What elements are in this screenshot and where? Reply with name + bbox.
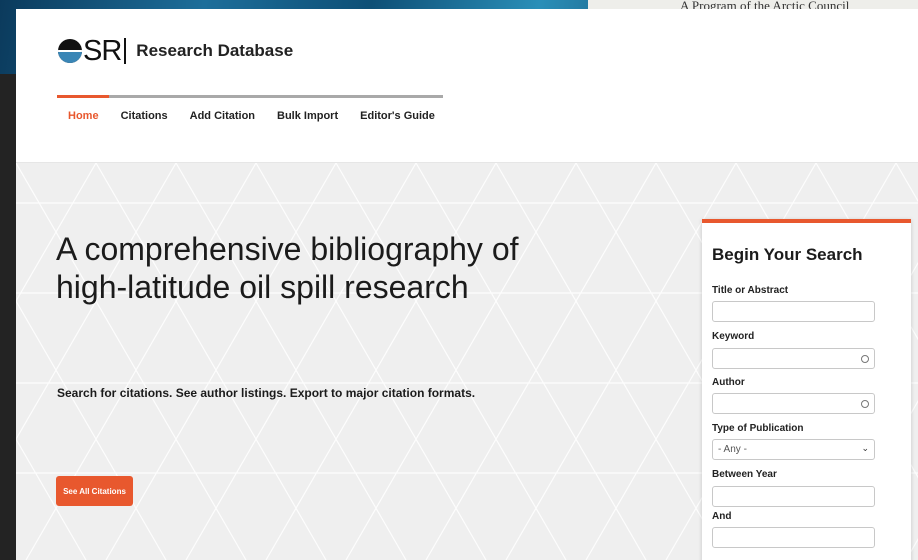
author-label: Author bbox=[712, 377, 745, 388]
keyword-input[interactable] bbox=[712, 348, 875, 369]
title-abstract-label: Title or Abstract bbox=[712, 285, 789, 296]
publication-type-select[interactable]: - Any - ⌄ bbox=[712, 439, 875, 460]
logo-circle-icon bbox=[58, 39, 82, 63]
see-all-citations-button[interactable]: See All Citations bbox=[56, 476, 133, 506]
nav-item-home[interactable]: Home bbox=[57, 98, 110, 122]
nav-item-add-citation[interactable]: Add Citation bbox=[179, 98, 266, 122]
autocomplete-icon bbox=[861, 355, 869, 363]
left-edge bbox=[0, 74, 16, 560]
author-input[interactable] bbox=[712, 393, 875, 414]
logo-text: SR bbox=[83, 35, 122, 67]
publication-type-value: - Any - bbox=[718, 444, 747, 455]
hero-section: A comprehensive bibliography of high-lat… bbox=[16, 163, 918, 560]
search-heading: Begin Your Search bbox=[712, 245, 863, 264]
title-abstract-input[interactable] bbox=[712, 301, 875, 322]
logo-bar bbox=[124, 38, 127, 64]
publication-type-label: Type of Publication bbox=[712, 423, 804, 434]
year-from-label: Between Year bbox=[712, 469, 777, 480]
keyword-label: Keyword bbox=[712, 331, 755, 342]
chevron-down-icon: ⌄ bbox=[861, 443, 869, 453]
year-to-label: And bbox=[712, 511, 732, 522]
nav-item-editors-guide[interactable]: Editor's Guide bbox=[349, 98, 446, 122]
site-name: Research Database bbox=[136, 41, 294, 60]
site-logo[interactable]: SR Research Database bbox=[58, 36, 293, 66]
autocomplete-icon bbox=[861, 400, 869, 408]
main-nav: Home Citations Add Citation Bulk Import … bbox=[57, 95, 443, 134]
year-to-input[interactable] bbox=[712, 527, 875, 548]
hero-title: A comprehensive bibliography of high-lat… bbox=[56, 231, 519, 305]
site-header: SR Research Database Home Citations Add … bbox=[16, 9, 918, 163]
nav-item-citations[interactable]: Citations bbox=[110, 98, 179, 122]
search-panel: Begin Your Search Title or Abstract Keyw… bbox=[702, 219, 911, 560]
year-from-input[interactable] bbox=[712, 486, 875, 507]
nav-item-bulk-import[interactable]: Bulk Import bbox=[266, 98, 349, 122]
nav-active-indicator bbox=[57, 95, 109, 98]
hero-subtitle: Search for citations. See author listing… bbox=[57, 386, 476, 400]
